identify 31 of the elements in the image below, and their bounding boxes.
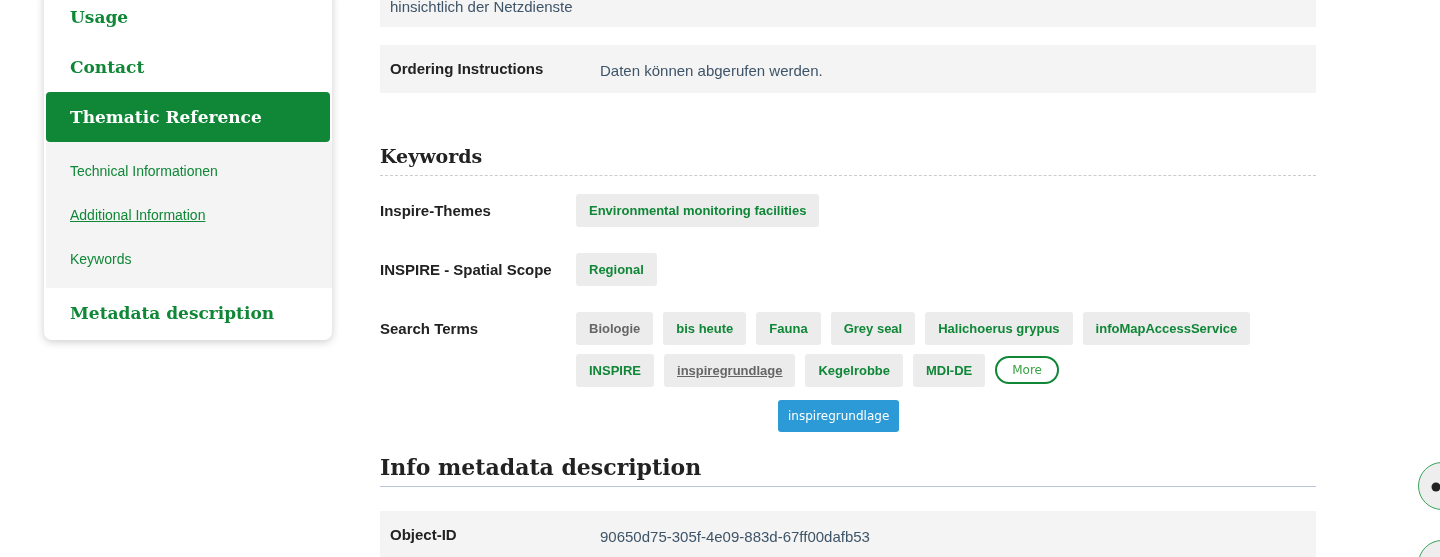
keyword-tag[interactable]: MDI-DE — [913, 354, 986, 387]
submenu-item[interactable]: Keywords — [46, 237, 156, 281]
sidebar-item[interactable]: Usage — [46, 0, 330, 42]
row-value: hinsichtlich der Netzdienste — [390, 0, 573, 15]
keyword-tag[interactable]: infoMapAccessService — [1082, 312, 1251, 345]
tooltip: inspiregrundlage — [778, 400, 900, 432]
more-button[interactable]: More — [995, 356, 1059, 384]
keyword-tag[interactable]: inspiregrundlage — [664, 354, 796, 387]
keyword-tag[interactable]: Environmental monitoring facilities — [576, 194, 820, 227]
keyword-label: Inspire-Themes — [380, 201, 492, 221]
keyword-tag[interactable]: Grey seal — [830, 312, 916, 345]
section-heading: Keywords — [380, 145, 1316, 176]
row-value: 90650d75-305f-4e09-883d-67ff00dafb53 — [600, 527, 870, 545]
keyword-tag[interactable]: Halichoerus grypus — [925, 312, 1073, 345]
keyword-tag[interactable]: Kegelrobbe — [805, 354, 903, 387]
row-label: Object-ID — [390, 525, 458, 545]
keyword-tag[interactable]: INSPIRE — [576, 354, 654, 387]
row-value: Daten können abgerufen werden. — [600, 61, 823, 79]
keyword-tag[interactable]: Biologie — [576, 312, 654, 345]
keyword-tag[interactable]: bis heute — [663, 312, 747, 345]
sidebar-item[interactable]: Thematic Reference — [46, 92, 330, 142]
section-heading: Info metadata description — [380, 454, 1316, 487]
sidebar-item[interactable]: Contact — [46, 42, 330, 92]
keyword-label: INSPIRE - Spatial Scope — [380, 260, 553, 280]
keyword-label: Search Terms — [380, 319, 480, 339]
sidebar-item[interactable]: Metadata description — [46, 288, 330, 340]
submenu-item[interactable]: Technical Informationen — [46, 149, 242, 193]
keyword-tag[interactable]: Fauna — [756, 312, 821, 345]
row-label: Ordering Instructions — [390, 59, 545, 79]
keyword-tag[interactable]: Regional — [576, 253, 657, 286]
submenu-item[interactable]: Additional Information — [46, 193, 230, 237]
